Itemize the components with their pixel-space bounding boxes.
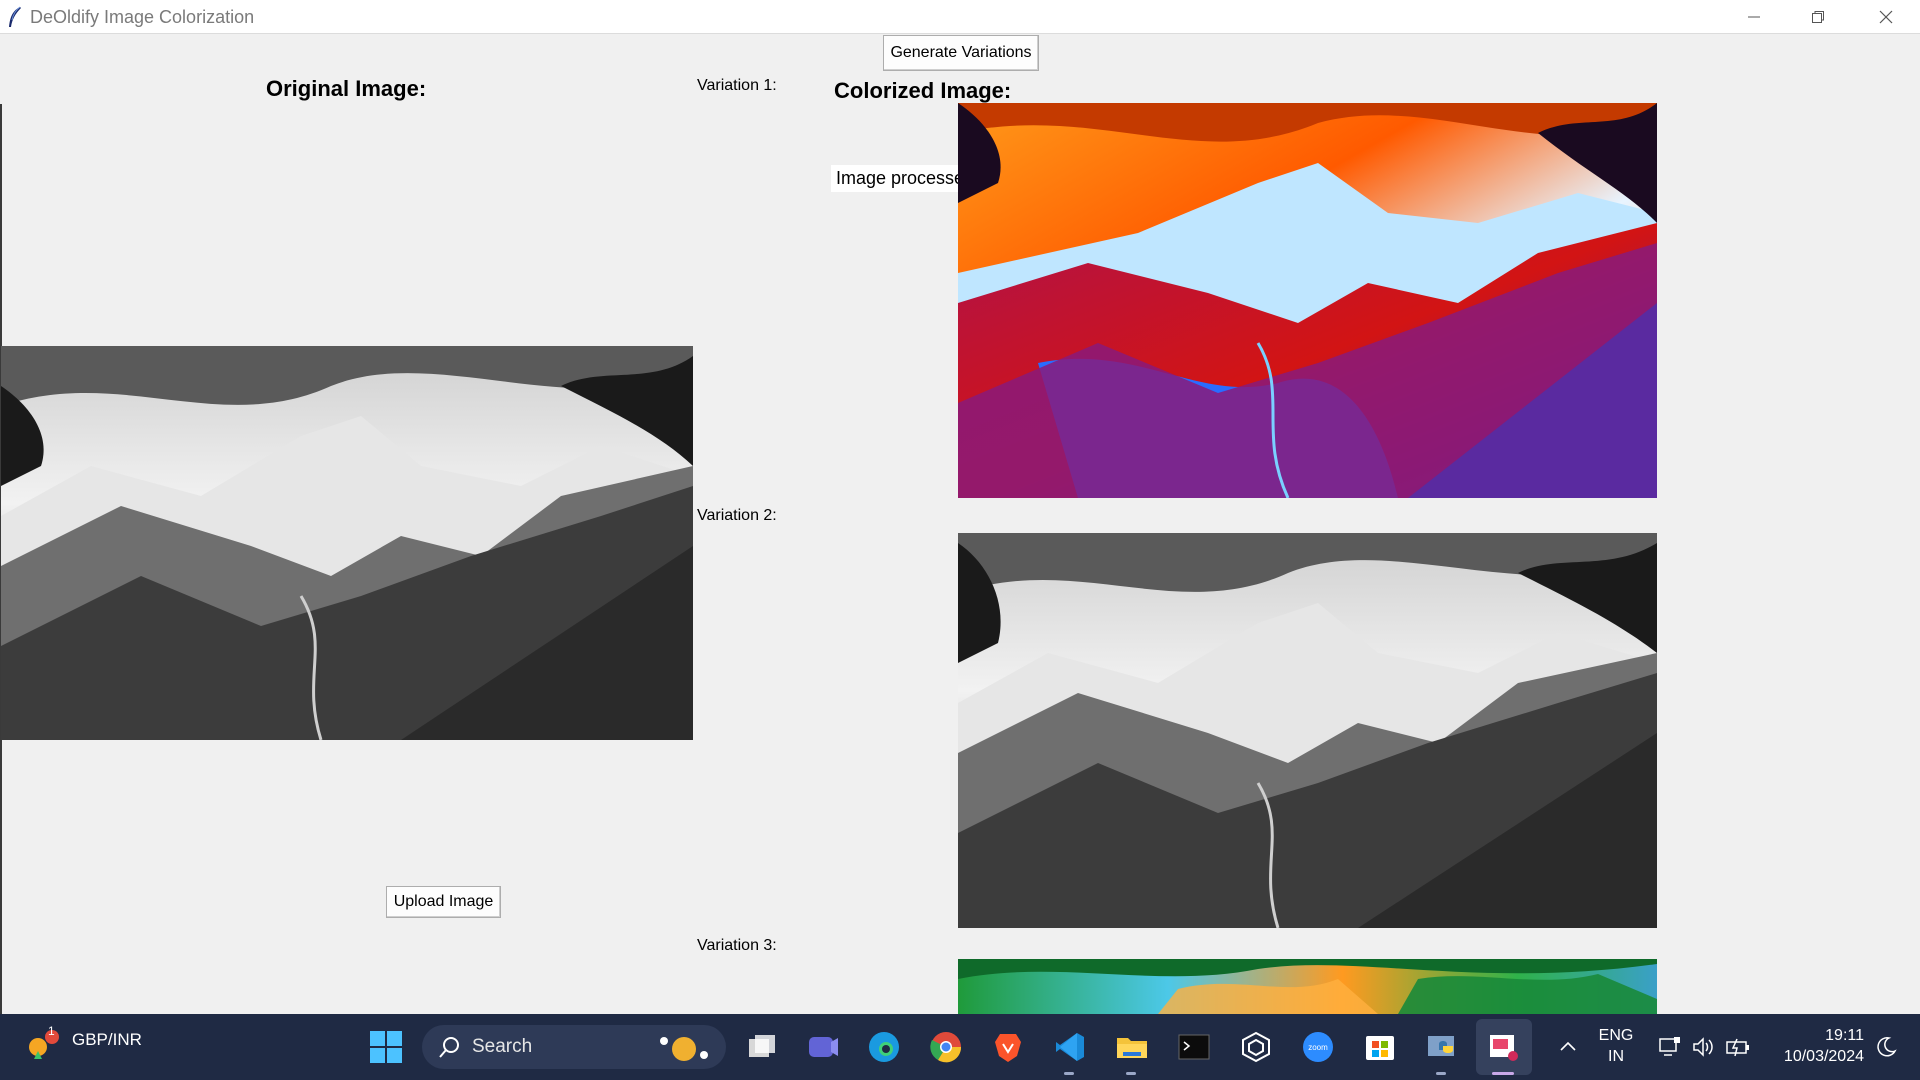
vscode-running-indicator: [1064, 1072, 1074, 1075]
teams-icon: [809, 1037, 838, 1057]
start-button[interactable]: [366, 1027, 406, 1067]
original-image: [1, 346, 693, 740]
battery-charging-icon: [1726, 1038, 1749, 1057]
python-icon: [1428, 1036, 1454, 1056]
brave-button[interactable]: [988, 1027, 1028, 1067]
snipping-tool-running-indicator: [1492, 1072, 1514, 1075]
variation-2-label: Variation 2:: [697, 507, 777, 524]
file-explorer-icon: [1117, 1038, 1147, 1058]
language-indicator[interactable]: ENG IN: [1593, 1027, 1639, 1069]
search-highlight-icon: [660, 1037, 708, 1061]
generate-variations-button[interactable]: Generate Variations: [883, 35, 1039, 71]
title-bar: DeOldify Image Colorization: [0, 0, 1920, 34]
taskbar-search-box[interactable]: Search: [422, 1025, 726, 1069]
chevron-up-icon: [1560, 1041, 1576, 1051]
variation-3-image: [958, 959, 1657, 1014]
chrome-icon: [930, 1032, 962, 1063]
zoom-icon: zoom: [1303, 1032, 1333, 1062]
vscode-icon: [1056, 1033, 1084, 1061]
search-placeholder: Search: [472, 1036, 533, 1057]
minimize-icon: [1748, 16, 1760, 17]
task-view-icon: [749, 1035, 775, 1057]
file-explorer-button[interactable]: [1112, 1027, 1152, 1067]
vscode-button[interactable]: [1050, 1027, 1090, 1067]
explorer-running-indicator: [1126, 1072, 1136, 1075]
cube-app-button[interactable]: [1236, 1027, 1276, 1067]
app-cube-icon: [1242, 1031, 1270, 1063]
clock-date: 10/03/2024: [1783, 1048, 1864, 1065]
clock[interactable]: 19:11 10/03/2024: [1764, 1027, 1864, 1069]
taskbar: 1 GBP/INR Search zoom ENG IN 19:11 10/03…: [0, 1014, 1920, 1080]
volume-button[interactable]: [1683, 1027, 1723, 1067]
moon-icon: [1877, 1037, 1897, 1057]
start-icon: [370, 1031, 402, 1063]
window-title: DeOldify Image Colorization: [30, 7, 255, 27]
terminal-button[interactable]: [1174, 1027, 1214, 1067]
store-icon: [1366, 1036, 1394, 1060]
variation-3-label: Variation 3:: [697, 937, 777, 954]
edge-icon: [869, 1032, 899, 1062]
snipping-tool-icon: [1490, 1035, 1518, 1061]
show-hidden-icons-button[interactable]: [1548, 1027, 1588, 1067]
python-button[interactable]: [1422, 1027, 1462, 1067]
variation-2-image: [958, 533, 1657, 928]
main-window-content: Generate Variations Original Image: Colo…: [0, 34, 1920, 1049]
feather-icon: [9, 6, 21, 27]
colorized-image-heading: Colorized Image:: [834, 78, 1012, 103]
teams-button[interactable]: [803, 1027, 843, 1067]
do-not-disturb-button[interactable]: [1866, 1027, 1906, 1067]
edge-button[interactable]: [864, 1027, 904, 1067]
variation-1-label: Variation 1:: [697, 77, 777, 94]
battery-button[interactable]: [1718, 1027, 1758, 1067]
language-code: ENG: [1598, 1027, 1634, 1044]
zoom-button[interactable]: zoom: [1298, 1027, 1338, 1067]
clock-time: 19:11: [1825, 1027, 1864, 1044]
python-running-indicator: [1436, 1072, 1446, 1075]
original-image-heading: Original Image:: [266, 76, 427, 101]
variation-1-image: [958, 103, 1657, 498]
chrome-button[interactable]: [926, 1027, 966, 1067]
minimize-button[interactable]: [1722, 0, 1786, 33]
terminal-icon: [1178, 1034, 1210, 1060]
restore-icon: [1812, 10, 1824, 23]
volume-icon: [1693, 1037, 1713, 1057]
widget-label: GBP/INR: [72, 1030, 142, 1049]
svg-text:zoom: zoom: [1308, 1043, 1328, 1052]
task-view-button[interactable]: [742, 1027, 782, 1067]
close-icon: [1879, 10, 1893, 23]
search-icon: [439, 1037, 459, 1058]
close-button[interactable]: [1854, 0, 1918, 33]
weather-widget[interactable]: [22, 1027, 62, 1067]
language-region: IN: [1608, 1048, 1624, 1065]
restore-button[interactable]: [1786, 0, 1850, 33]
widget-badge-count: 1: [48, 1024, 55, 1038]
store-button[interactable]: [1360, 1027, 1400, 1067]
upload-image-button[interactable]: Upload Image: [386, 886, 501, 918]
snipping-tool-button[interactable]: [1484, 1027, 1524, 1067]
brave-icon: [995, 1034, 1021, 1062]
network-icon: [1659, 1037, 1680, 1056]
